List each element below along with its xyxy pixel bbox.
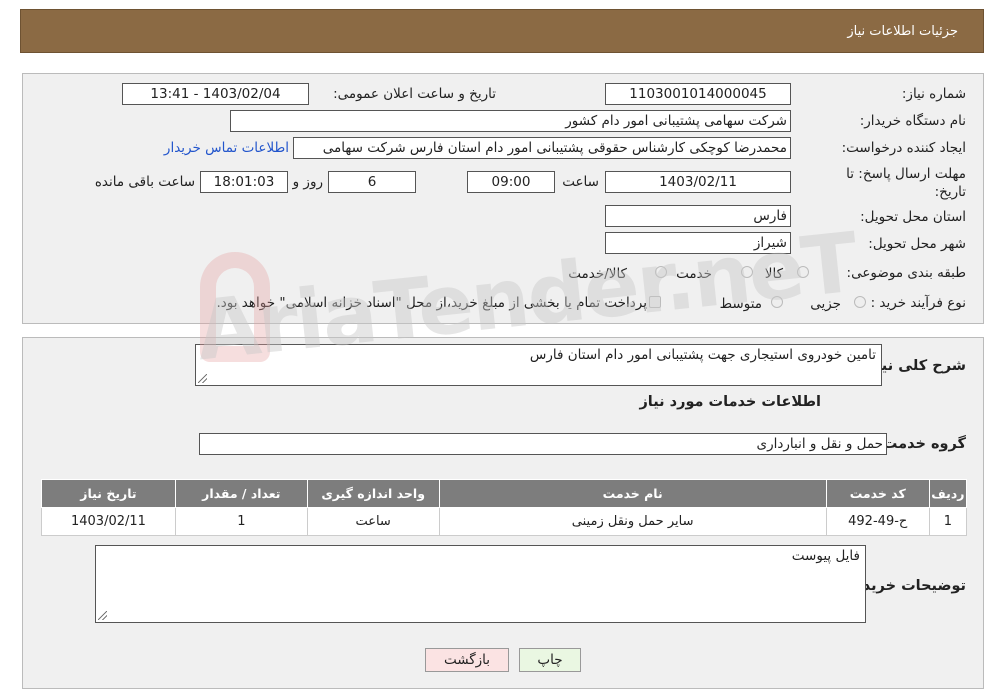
col-service-name: نام خدمت	[438, 479, 827, 508]
purchase-radio-minor[interactable]	[854, 296, 866, 308]
summary-textarea: تامین خودروی استیجاری جهت پشتیبانی امور …	[195, 344, 882, 386]
category-radio-both[interactable]	[655, 266, 667, 278]
category-radio-service[interactable]	[741, 266, 753, 278]
requester-label: ایجاد کننده درخواست:	[841, 140, 966, 156]
purchase-type-minor: جزیی	[810, 296, 841, 312]
col-quantity: تعداد / مقدار	[174, 479, 308, 508]
purchase-radio-medium[interactable]	[771, 296, 783, 308]
cell-service-name: سایر حمل ونقل زمینی	[438, 507, 827, 536]
treasury-note: پرداخت تمام یا بخشی از مبلغ خرید،از محل …	[216, 295, 647, 311]
print-button[interactable]: چاپ	[519, 648, 581, 672]
remaining-label: ساعت باقی مانده	[94, 174, 195, 190]
deadline-date-field: 1403/02/11	[605, 171, 791, 193]
remaining-time-field: 18:01:03	[200, 171, 288, 193]
treasury-checkbox[interactable]	[649, 296, 661, 308]
table-header-row: ردیف کد خدمت نام خدمت واحد اندازه گیری ت…	[41, 479, 968, 508]
page-title: جزئیات اطلاعات نیاز	[847, 24, 958, 39]
need-info-panel: شماره نیاز: 1103001014000045 تاریخ و ساع…	[22, 73, 984, 324]
category-radio-goods[interactable]	[797, 266, 809, 278]
deadline-label: مهلت ارسال پاسخ: تا تاریخ:	[846, 166, 966, 200]
summary-text: تامین خودروی استیجاری جهت پشتیبانی امور …	[529, 347, 876, 363]
services-table: ردیف کد خدمت نام خدمت واحد اندازه گیری ت…	[41, 479, 968, 536]
city-label: شهر محل تحویل:	[868, 236, 966, 252]
back-button[interactable]: بازگشت	[425, 648, 509, 672]
page-header: جزئیات اطلاعات نیاز	[20, 9, 984, 53]
category-option-goods: کالا	[764, 266, 783, 282]
buyer-org-label: نام دستگاه خریدار:	[859, 113, 966, 129]
col-need-date: تاریخ نیاز	[41, 479, 176, 508]
services-section-title: اطلاعات خدمات مورد نیاز	[639, 394, 821, 410]
days-label: روز و	[292, 174, 323, 190]
buyer-contact-link[interactable]: اطلاعات تماس خریدار	[164, 140, 289, 156]
table-row: 1 ح-49-492 سایر حمل ونقل زمینی ساعت 1 14…	[41, 507, 968, 536]
service-group-field: حمل و نقل و انبارداری	[199, 433, 887, 455]
col-unit: واحد اندازه گیری	[306, 479, 440, 508]
need-number-label: شماره نیاز:	[901, 86, 966, 102]
requester-field: محمدرضا کوچکی کارشناس حقوقی پشتیبانی امو…	[293, 137, 791, 159]
service-details-panel: شرح کلی نیاز: تامین خودروی استیجاری جهت …	[22, 337, 984, 689]
purchase-type-medium: متوسط	[719, 296, 762, 312]
province-label: استان محل تحویل:	[860, 209, 966, 225]
category-option-both: کالا/خدمت	[568, 266, 627, 282]
cell-row-number: 1	[928, 507, 968, 536]
announce-datetime-field: 1403/02/04 - 13:41	[122, 83, 309, 105]
city-field: شیراز	[605, 232, 791, 254]
purchase-type-label: نوع فرآیند خرید :	[870, 295, 966, 311]
need-number-field: 1103001014000045	[605, 83, 791, 105]
resize-handle-icon[interactable]	[198, 374, 207, 383]
category-option-service: خدمت	[676, 266, 712, 282]
resize-handle-icon[interactable]	[98, 611, 107, 620]
province-field: فارس	[605, 205, 791, 227]
buyer-org-field: شرکت سهامی پشتیبانی امور دام کشور	[230, 110, 791, 132]
category-label: طبقه بندی موضوعی:	[846, 265, 966, 281]
cell-unit: ساعت	[306, 507, 440, 536]
buyer-notes-textarea: فایل پیوست	[95, 545, 866, 623]
col-row-number: ردیف	[928, 479, 968, 508]
cell-need-date: 1403/02/11	[41, 507, 176, 536]
service-group-label: گروه خدمت:	[876, 436, 966, 452]
cell-quantity: 1	[174, 507, 308, 536]
cell-service-code: ح-49-492	[825, 507, 930, 536]
deadline-time-label: ساعت	[562, 174, 599, 190]
deadline-time-field: 09:00	[467, 171, 555, 193]
buyer-notes-text: فایل پیوست	[791, 548, 860, 564]
announce-datetime-label: تاریخ و ساعت اعلان عمومی:	[333, 86, 496, 102]
remaining-days-field: 6	[328, 171, 416, 193]
col-service-code: کد خدمت	[825, 479, 930, 508]
